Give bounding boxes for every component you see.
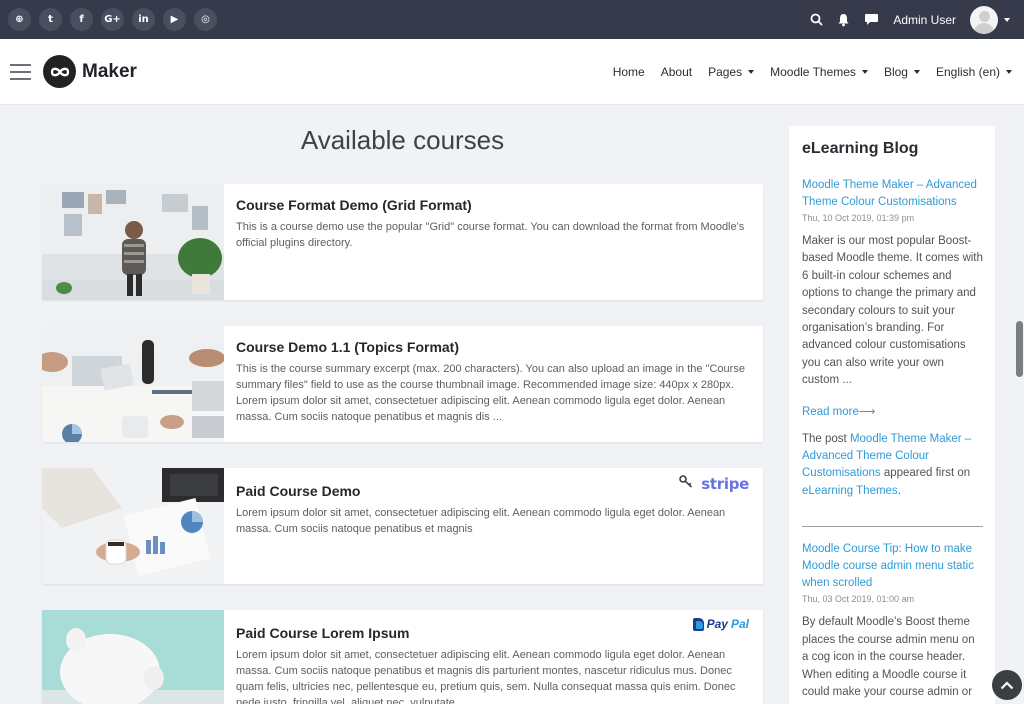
nav-about[interactable]: About	[661, 65, 692, 79]
nav-blog-dropdown[interactable]: Blog	[884, 65, 920, 79]
blog-post-title[interactable]: Moodle Theme Maker – Advanced Theme Colo…	[802, 177, 983, 211]
user-area: Admin User	[810, 5, 1016, 34]
nav-pages-dropdown[interactable]: Pages	[708, 65, 754, 79]
sidebar-title: eLearning Blog	[802, 140, 919, 157]
stripe-logo-icon: stripe	[701, 475, 749, 493]
brand-name[interactable]: Maker	[82, 61, 137, 83]
primary-nav: Home About Pages Moodle Themes Blog Engl…	[613, 65, 1014, 79]
page-scrollbar[interactable]	[1014, 105, 1024, 704]
read-more-link[interactable]: Read more⟶	[802, 404, 983, 418]
blog-post-excerpt: Maker is our most popular Boost-based Mo…	[802, 235, 983, 387]
post-attribution: The post Moodle Theme Maker – Advanced T…	[802, 431, 983, 501]
course-info: Paid Course Lorem Ipsum Lorem ipsum dolo…	[224, 610, 763, 704]
course-summary: This is the course summary excerpt (max.…	[236, 363, 745, 423]
course-info: Paid Course Demo Lorem ipsum dolor sit a…	[224, 468, 763, 584]
blog-sidebar: eLearning Blog Moodle Theme Maker – Adva…	[789, 126, 995, 704]
google-plus-icon[interactable]: G+	[101, 8, 124, 31]
course-summary: This is a course demo use the popular "G…	[236, 221, 745, 249]
linkedin-icon[interactable]: in	[132, 8, 155, 31]
paypal-logo-icon: Pay Pal	[692, 617, 749, 631]
search-icon[interactable]	[810, 13, 823, 26]
chevron-down-icon[interactable]	[1004, 17, 1010, 22]
key-icon	[679, 475, 693, 493]
chat-icon[interactable]	[864, 13, 879, 26]
hamburger-menu-icon[interactable]	[10, 63, 31, 80]
course-summary: Lorem ipsum dolor sit amet, consectetuer…	[236, 649, 736, 704]
social-links: ⊕ t f G+ in ▶ ◎	[8, 8, 217, 31]
language-selector[interactable]: English (en)	[936, 65, 1012, 79]
globe-icon[interactable]: ⊕	[8, 8, 31, 31]
course-title[interactable]: Paid Course Lorem Ipsum	[236, 625, 751, 641]
attribution-prefix: The post	[802, 432, 850, 445]
page-title: Available courses	[300, 125, 505, 155]
main-navbar: Maker Home About Pages Moodle Themes Blo…	[0, 39, 1024, 105]
bell-icon[interactable]	[837, 13, 850, 27]
course-card[interactable]: Paid Course Lorem Ipsum Lorem ipsum dolo…	[42, 610, 763, 704]
course-thumbnail[interactable]	[42, 468, 224, 584]
youtube-icon[interactable]: ▶	[163, 8, 186, 31]
payment-badge: Pay Pal	[692, 617, 749, 631]
course-card[interactable]: Course Format Demo (Grid Format) This is…	[42, 184, 763, 300]
instagram-icon[interactable]: ◎	[194, 8, 217, 31]
back-to-top-button[interactable]	[992, 670, 1022, 700]
chevron-up-icon	[1000, 680, 1014, 689]
course-thumbnail[interactable]	[42, 184, 224, 300]
blog-post-title[interactable]: Moodle Course Tip: How to make Moodle co…	[802, 541, 983, 592]
course-summary: Lorem ipsum dolor sit amet, consectetuer…	[236, 507, 726, 535]
blog-post-excerpt: By default Moodle’s Boost theme places t…	[802, 616, 975, 698]
course-title[interactable]: Course Format Demo (Grid Format)	[236, 197, 751, 213]
course-info: Course Format Demo (Grid Format) This is…	[224, 184, 763, 300]
twitter-icon[interactable]: t	[39, 8, 62, 31]
course-info: Course Demo 1.1 (Topics Format) This is …	[224, 326, 763, 442]
attribution-end: .	[897, 484, 901, 497]
nav-moodle-themes-dropdown[interactable]: Moodle Themes	[770, 65, 868, 79]
course-title[interactable]: Course Demo 1.1 (Topics Format)	[236, 339, 751, 355]
attribution-site-link[interactable]: eLearning Themes	[802, 485, 898, 497]
infinity-logo-icon[interactable]	[43, 55, 76, 88]
blog-post-date: Thu, 03 Oct 2019, 01:00 am	[802, 594, 915, 605]
course-card[interactable]: Paid Course Demo Lorem ipsum dolor sit a…	[42, 468, 763, 584]
payment-badge: stripe	[679, 475, 749, 493]
scrollbar-thumb[interactable]	[1016, 321, 1023, 377]
course-card[interactable]: Course Demo 1.1 (Topics Format) This is …	[42, 326, 763, 442]
facebook-icon[interactable]: f	[70, 8, 93, 31]
course-thumbnail[interactable]	[42, 326, 224, 442]
course-thumbnail[interactable]	[42, 610, 224, 704]
user-name[interactable]: Admin User	[893, 13, 956, 27]
blog-post-date: Thu, 10 Oct 2019, 01:39 pm	[802, 213, 915, 223]
divider	[802, 526, 983, 528]
attribution-mid: appeared first on	[880, 467, 971, 480]
avatar[interactable]	[970, 5, 998, 34]
top-bar: ⊕ t f G+ in ▶ ◎ Admin User	[0, 0, 1024, 39]
course-title[interactable]: Paid Course Demo	[236, 483, 751, 499]
nav-home[interactable]: Home	[613, 65, 645, 79]
